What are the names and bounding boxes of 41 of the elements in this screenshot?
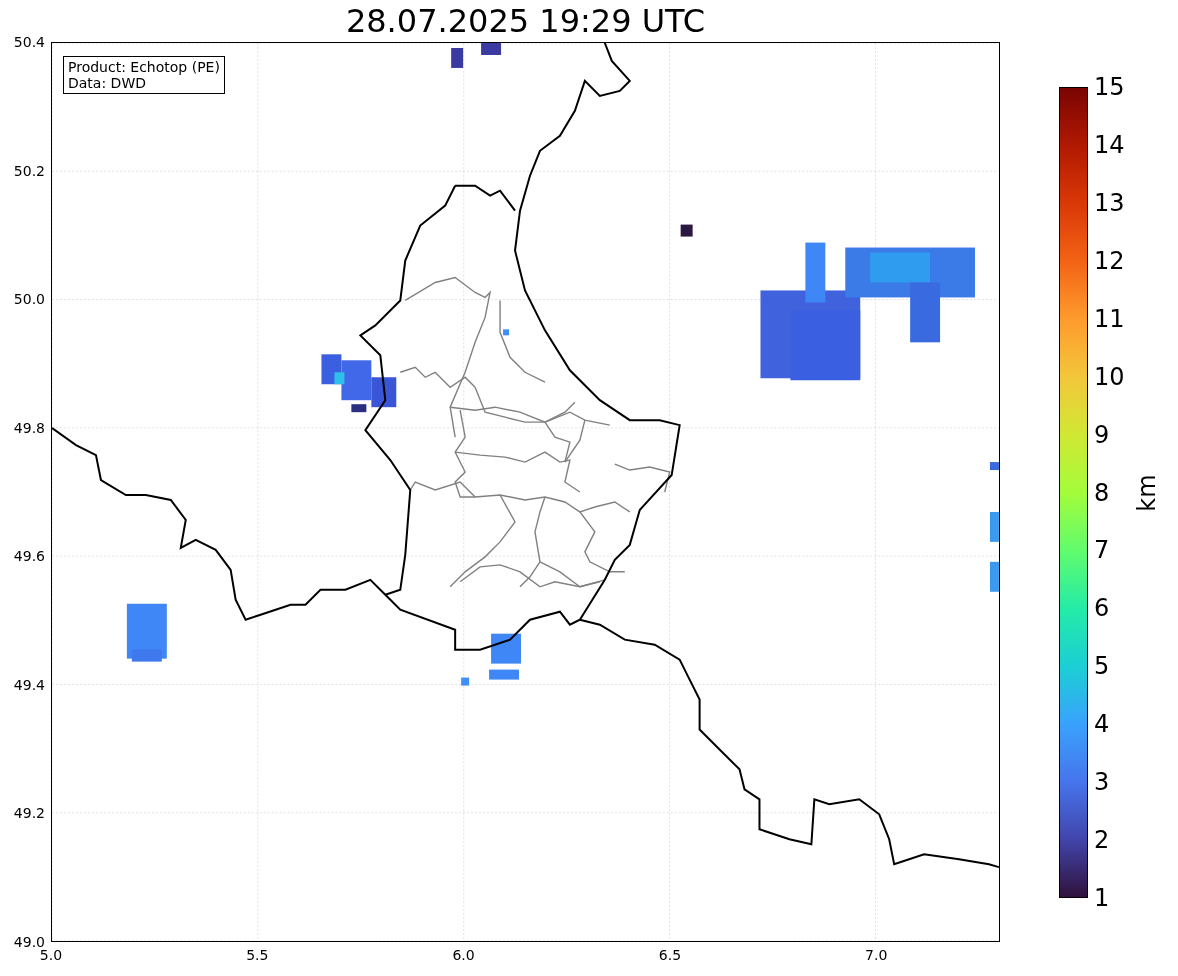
colorbar-tick-label: 7 <box>1094 537 1110 564</box>
y-tick-label: 50.4 <box>13 34 45 50</box>
colorbar-tick-label: 4 <box>1094 711 1110 738</box>
colorbar-tick-label: 3 <box>1094 769 1110 796</box>
x-tick-label: 5.0 <box>39 947 63 963</box>
colorbar-tick-label: 11 <box>1094 305 1125 332</box>
legend-text: Product: Echotop (PE) <box>68 59 220 75</box>
radar-echo-cluster <box>461 633 521 686</box>
y-tick-label: 49.2 <box>13 805 45 822</box>
radar-echo-cluster <box>481 43 502 55</box>
radar-echo-cluster <box>989 462 999 471</box>
y-tick-label: 49.0 <box>13 934 45 950</box>
y-tick-label: 50.0 <box>13 291 45 308</box>
colorbar-label: km <box>1133 473 1160 512</box>
radar-echo-cluster <box>126 603 167 662</box>
legend-text: Data: DWD <box>68 75 147 91</box>
x-tick-label: 5.5 <box>246 947 269 963</box>
colorbar-tick-label: 6 <box>1094 595 1110 622</box>
radar-echo-cluster <box>503 329 510 336</box>
colorbar-tick-label: 12 <box>1094 247 1125 274</box>
colorbar-tick-label: 15 <box>1094 74 1125 100</box>
y-tick-label: 49.8 <box>13 419 45 436</box>
x-tick-label: 6.5 <box>658 947 682 963</box>
colorbar-tick-label: 5 <box>1094 653 1110 680</box>
y-tick-label: 50.2 <box>13 162 45 179</box>
colorbar-tick-label: 8 <box>1094 479 1110 506</box>
colorbar-tick-label: 2 <box>1094 827 1110 854</box>
colorbar-tick-label: 13 <box>1094 189 1125 216</box>
y-tick-label: 49.6 <box>13 548 45 565</box>
colorbar-tick-label: 14 <box>1094 131 1125 158</box>
radar-echo-cluster <box>989 561 999 592</box>
x-tick-label: 6.0 <box>452 947 475 963</box>
radar-echo-cluster <box>680 224 693 237</box>
colorbar-tick-label: 9 <box>1094 421 1110 448</box>
x-tick-label: 7.0 <box>865 947 888 963</box>
colorbar-tick-label: 1 <box>1094 885 1110 911</box>
radar-echo-cluster <box>451 48 464 68</box>
y-tick-label: 49.4 <box>13 676 45 693</box>
radar-echo-cluster <box>989 511 999 542</box>
colorbar-tick-label: 10 <box>1094 363 1125 390</box>
chart-title: 28.07.2025 19:29 UTC <box>345 1 706 42</box>
